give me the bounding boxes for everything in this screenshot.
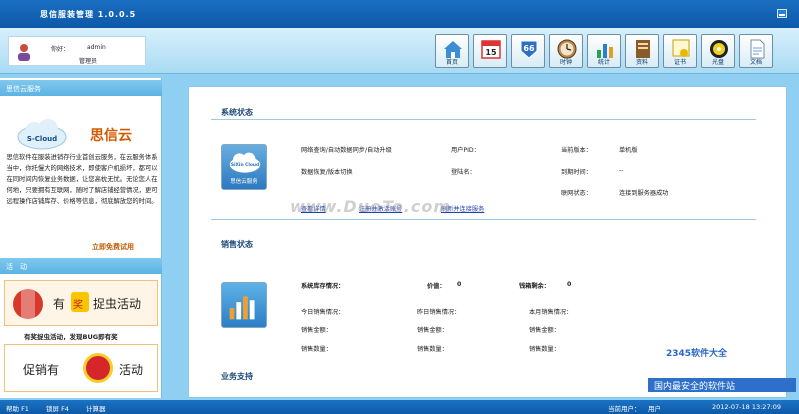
cloud-section-header: 思信云服务 [0, 80, 162, 96]
features-line-2: 数据恢复/版本切换 [301, 169, 353, 176]
statistics-button[interactable]: 统计 [587, 34, 621, 68]
user-avatar-icon [18, 44, 30, 61]
yesterday-sales-label: 昨日销售情况： [417, 309, 461, 316]
system-status-title: 系统状态 [221, 108, 253, 117]
cloud-intro-text: 思信软件在服装进销存行业首创云服务，在云服务体系当中，你托慢大的网络技术，即使客… [6, 154, 158, 205]
promotion-banner[interactable]: 促销有 活动 [4, 344, 158, 392]
free-trial-link[interactable]: 立即免费试用 [92, 242, 134, 252]
activity-section-header: 活 动 [0, 258, 162, 274]
user-pid-label: 用户PID： [451, 147, 480, 154]
minimize-button[interactable] [777, 9, 787, 18]
user-role: 管理员 [79, 58, 98, 65]
medal-icon [83, 353, 113, 383]
corner-watermark: 2345软件大全 国内最安全的软件站 [648, 340, 798, 394]
clock-button[interactable]: 时钟 [549, 34, 583, 68]
bug-bounty-banner[interactable]: 有 奖 捉虫活动 [4, 280, 158, 326]
cloud-logo-icon: S-Cloud [17, 119, 67, 150]
status-datetime: 2012-07-18 13:27:09 [712, 403, 782, 411]
help-shortcut[interactable]: 帮助 F1 [6, 403, 29, 413]
calculator-shortcut[interactable]: 计算器 [86, 403, 106, 413]
svg-text:66: 66 [523, 44, 535, 53]
cashbox-value: 0 [567, 281, 572, 288]
today-sales-label: 今日销售情况： [301, 309, 345, 316]
certificate-button[interactable]: 证书 [663, 34, 697, 68]
login-name-label: 登陆名： [451, 169, 476, 176]
features-line-1: 网络查询/自动数据同步/自动升级 [301, 147, 392, 154]
bug-bounty-caption: 有奖捉虫活动，发现BUG即有奖 [24, 333, 118, 341]
cloud-service-card[interactable]: SiXin Cloud 思信云服务 [221, 144, 267, 190]
expire-label: 到期时间： [561, 169, 592, 176]
greeting-label: 你好： [51, 46, 70, 53]
toolbar-buttons: 首页 15 66 时钟 统计 资料 证书 光盘 文档 [435, 34, 797, 70]
username-value: admin [87, 44, 106, 51]
status-bar: 帮助 F1 锁屏 F4 计算器 当前用户： 用户 2012-07-18 13:2… [0, 400, 799, 414]
book-button[interactable]: 资料 [625, 34, 659, 68]
month-amount-label: 销售金额： [529, 327, 560, 334]
price-value: 0 [457, 281, 462, 288]
divider [211, 219, 756, 220]
document-button[interactable]: 文档 [739, 34, 773, 68]
home-button[interactable]: 首页 [435, 34, 469, 68]
current-user-label: 当前用户： [608, 405, 641, 413]
calendar-icon: 15 [481, 40, 501, 59]
ladybug-icon [13, 289, 43, 319]
net-status-label: 联网状态： [561, 190, 592, 197]
cashbox-label: 钱箱剩余： [519, 283, 550, 290]
route66-icon: 66 [520, 40, 538, 59]
month-sales-label: 本月销售情况： [529, 309, 573, 316]
svg-text:15: 15 [485, 48, 497, 57]
sales-chart-card[interactable] [221, 282, 267, 328]
cloud-icon: SiXin Cloud [229, 152, 261, 173]
bar-chart-icon [229, 296, 255, 320]
svg-text:SiXin Cloud: SiXin Cloud [231, 162, 259, 168]
today-qty-label: 销售数量： [301, 346, 332, 353]
yesterday-qty-label: 销售数量： [417, 346, 448, 353]
business-support-title: 业务支持 [221, 372, 253, 381]
cd-button[interactable]: 光盘 [701, 34, 735, 68]
month-qty-label: 销售数量： [529, 346, 560, 353]
user-panel: 你好： admin 管理员 [8, 36, 146, 66]
center-watermark: www.DuoTe.com [290, 197, 451, 216]
version-value: 单机版 [619, 147, 638, 154]
route66-button[interactable]: 66 [511, 34, 545, 68]
net-status-value: 连接到服务器成功 [619, 190, 669, 197]
yesterday-amount-label: 销售金额： [417, 327, 448, 334]
divider [211, 119, 756, 120]
title-bar: 思信服装管理 1.0.0.5 [0, 0, 799, 28]
version-label: 当前版本： [561, 147, 592, 154]
svg-text:S-Cloud: S-Cloud [27, 135, 57, 143]
stock-label: 系统库存情况： [301, 283, 345, 290]
header-toolbar: 你好： admin 管理员 首页 15 66 时钟 统计 资料 证书 光盘 文档 [0, 28, 799, 74]
sales-status-title: 销售状态 [221, 240, 253, 249]
price-label: 价值： [427, 283, 446, 290]
window-title: 思信服装管理 1.0.0.5 [40, 10, 137, 19]
calendar-button[interactable]: 15 [473, 34, 507, 68]
expire-value: -- [619, 167, 624, 174]
brand-title: 思信云 [90, 128, 132, 144]
lock-shortcut[interactable]: 锁屏 F4 [46, 403, 69, 413]
current-user-value: 用户 [648, 405, 661, 413]
today-amount-label: 销售金额： [301, 327, 332, 334]
